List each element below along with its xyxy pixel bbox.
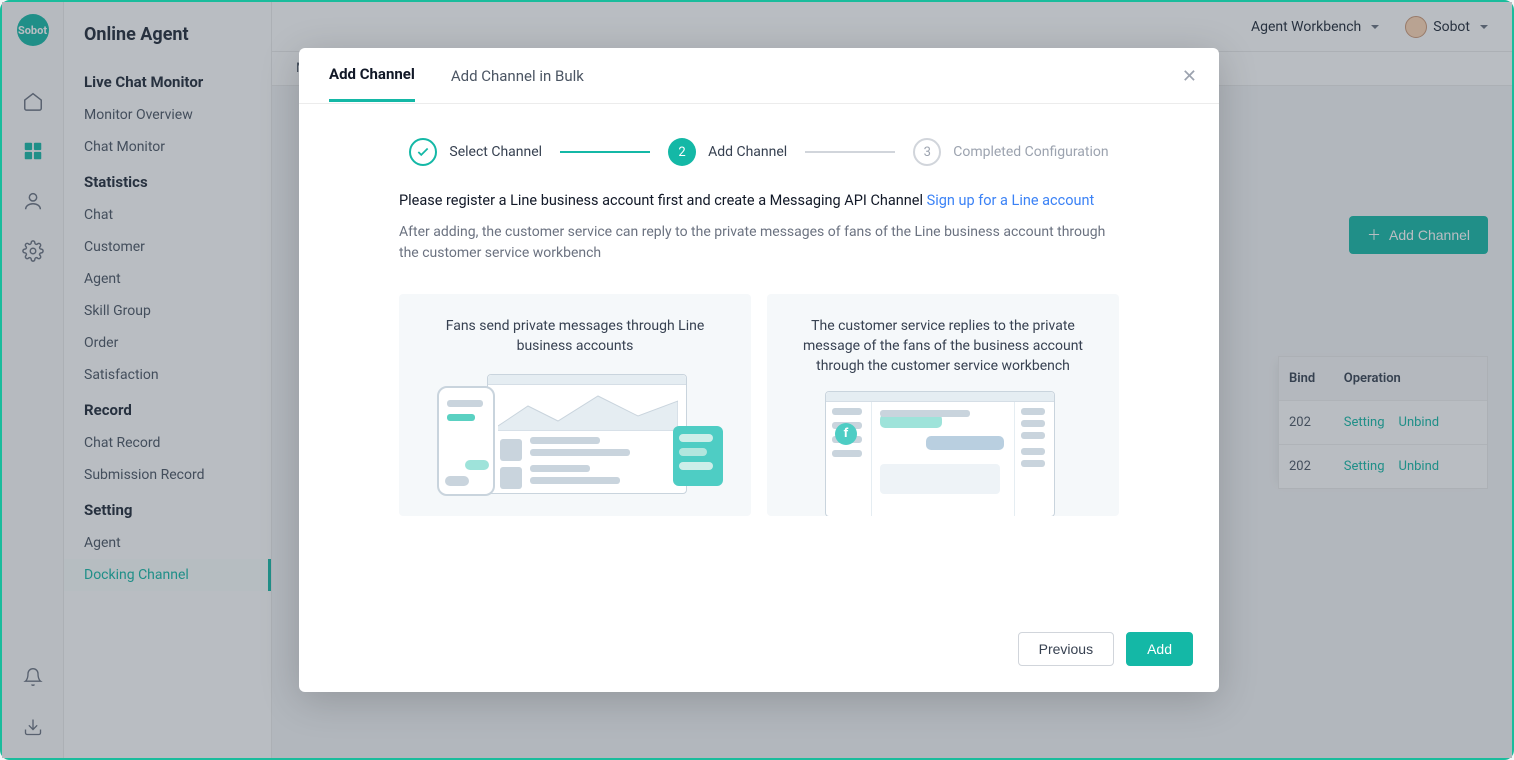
illustration-cards: Fans send private messages through Line …	[399, 294, 1119, 516]
signup-link[interactable]: Sign up for a Line account	[927, 192, 1095, 209]
modal-tab-add-channel[interactable]: Add Channel	[329, 49, 415, 102]
channel-badge-icon: f	[835, 423, 857, 445]
step-2: 2 Add Channel	[668, 138, 787, 166]
step-3: 3 Completed Configuration	[913, 138, 1108, 166]
step-3-label: Completed Configuration	[953, 144, 1108, 160]
step-1-label: Select Channel	[449, 144, 542, 160]
add-channel-modal: Add Channel Add Channel in Bulk ✕ Select…	[299, 48, 1219, 692]
modal-body: Please register a Line business account …	[299, 176, 1219, 516]
modal-footer: Previous Add	[299, 632, 1219, 692]
modal-tab-add-bulk[interactable]: Add Channel in Bulk	[451, 51, 584, 101]
stepper: Select Channel 2 Add Channel 3 Completed…	[299, 104, 1219, 176]
step-1: Select Channel	[409, 138, 542, 166]
step-line-2	[805, 151, 895, 153]
instruction-prefix: Please register a Line business account …	[399, 192, 927, 209]
illustration-2: f	[785, 387, 1101, 516]
card-cs-replies: The customer service replies to the priv…	[767, 294, 1119, 516]
app-root: Sobot Online Agent Live Chat MonitorMoni…	[2, 2, 1512, 758]
add-button[interactable]: Add	[1126, 632, 1193, 666]
previous-button[interactable]: Previous	[1018, 632, 1114, 666]
close-icon[interactable]: ✕	[1182, 66, 1197, 87]
step-2-badge: 2	[668, 138, 696, 166]
modal-tabs: Add Channel Add Channel in Bulk ✕	[299, 48, 1219, 104]
step-2-label: Add Channel	[708, 144, 787, 160]
instruction-text: Please register a Line business account …	[399, 190, 1119, 212]
illustration-1	[417, 366, 733, 506]
card-fans-send: Fans send private messages through Line …	[399, 294, 751, 516]
instruction-subtext: After adding, the customer service can r…	[399, 222, 1119, 264]
step-line-1	[560, 151, 650, 153]
check-icon	[409, 138, 437, 166]
card-1-title: Fans send private messages through Line …	[417, 316, 733, 367]
step-3-badge: 3	[913, 138, 941, 166]
card-2-title: The customer service replies to the priv…	[785, 316, 1101, 387]
